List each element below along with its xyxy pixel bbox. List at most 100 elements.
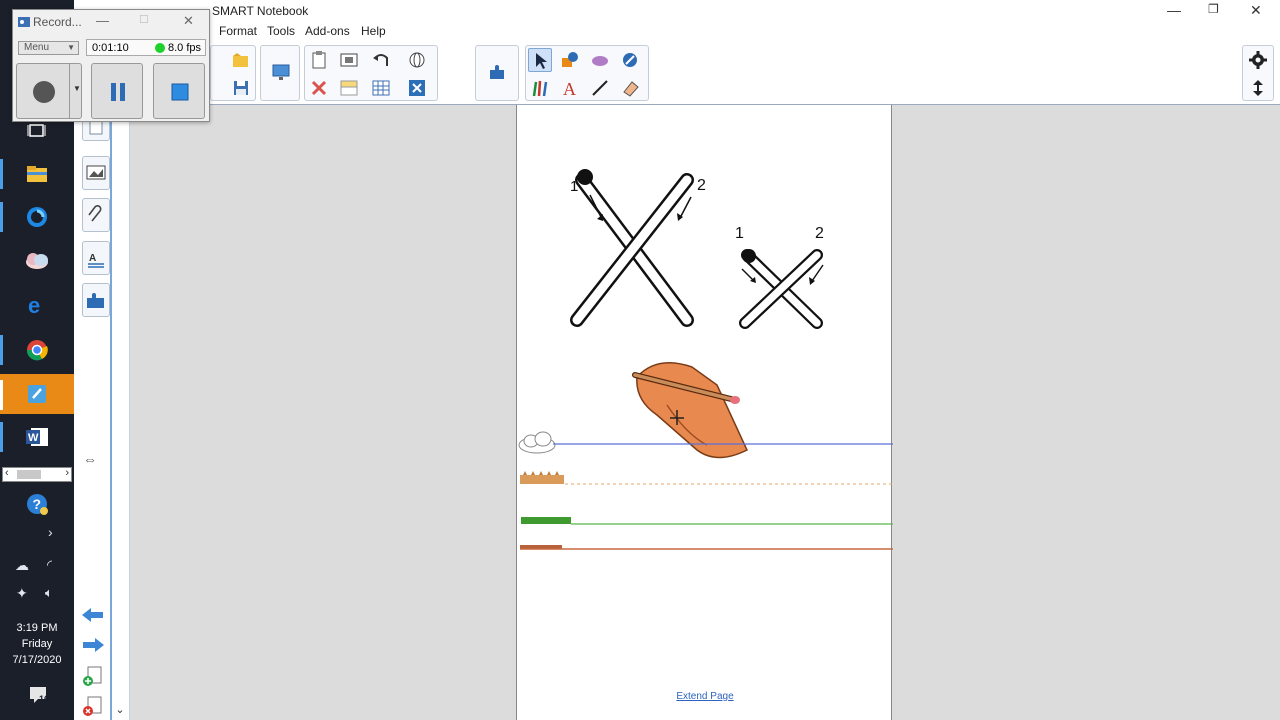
notebook-page[interactable]: 1 2 1 2 Extend Page xyxy=(516,105,893,720)
close-document-button[interactable] xyxy=(405,76,429,100)
paste-button[interactable] xyxy=(307,48,331,72)
svg-text:?: ? xyxy=(33,496,42,512)
restore-button[interactable]: ❐ xyxy=(1208,2,1219,16)
cloud-image[interactable] xyxy=(518,431,556,454)
dropbox-icon[interactable]: ✦ xyxy=(16,585,28,602)
resize-sidebar-icon[interactable]: ⇔ xyxy=(83,451,97,467)
gallery-image-icon xyxy=(86,165,106,180)
add-page-icon xyxy=(83,666,102,686)
svg-text:A: A xyxy=(563,79,576,98)
pens-tool-button[interactable] xyxy=(528,76,552,100)
line-tool-button[interactable] xyxy=(588,76,612,100)
addons-tab[interactable] xyxy=(82,283,110,317)
properties-tab[interactable]: A xyxy=(82,241,110,275)
recorder-menu-label: Menu xyxy=(24,42,50,53)
smart-notebook-icon xyxy=(28,385,46,403)
elapsed-time: 0:01:10 xyxy=(92,42,129,54)
taskbar-file-explorer[interactable] xyxy=(0,153,74,195)
recorder-maximize-button[interactable]: ☐ xyxy=(139,13,149,26)
clock[interactable]: 3:19 PM Friday 7/17/2020 xyxy=(0,620,74,668)
select-tool-button[interactable] xyxy=(528,48,552,72)
onedrive-icon[interactable]: ☁ xyxy=(15,557,29,574)
table-button[interactable] xyxy=(369,76,393,100)
task-view-icon xyxy=(27,124,46,137)
menu-format[interactable]: Format xyxy=(219,24,257,38)
eraser-tool-button[interactable] xyxy=(618,76,642,100)
close-button[interactable]: ✕ xyxy=(1250,2,1262,19)
help-button[interactable]: ? xyxy=(0,483,74,525)
delete-button[interactable] xyxy=(307,76,331,100)
main-toolbar: A xyxy=(74,41,1280,105)
menu-help[interactable]: Help xyxy=(361,24,386,38)
settings-button[interactable] xyxy=(1246,48,1270,72)
recording-indicator-icon xyxy=(155,43,165,53)
record-circle-icon xyxy=(33,81,55,103)
screen-shade-button[interactable] xyxy=(337,76,361,100)
recorder-minimize-button[interactable]: — xyxy=(96,13,109,28)
fence-image[interactable] xyxy=(520,471,564,484)
recorder-app-icon xyxy=(18,17,30,27)
magic-eraser-icon xyxy=(592,56,608,66)
save-button[interactable] xyxy=(229,76,253,100)
taskbar-scrollbar[interactable]: ‹ › xyxy=(2,467,72,482)
minimize-button[interactable]: — xyxy=(1167,2,1181,18)
action-center-button[interactable]: 16 xyxy=(28,684,50,706)
hand-with-pencil-image[interactable] xyxy=(632,362,748,459)
arrow-right-icon xyxy=(83,638,104,652)
attachments-tab[interactable] xyxy=(82,198,110,232)
record-button[interactable]: ▼ xyxy=(16,63,82,119)
eraser-shape-button[interactable] xyxy=(588,48,612,72)
recorder-close-button[interactable]: ✕ xyxy=(183,13,194,29)
grass-image[interactable] xyxy=(521,517,571,524)
taskbar-smart-notebook[interactable] xyxy=(0,374,74,414)
scroll-down-button[interactable]: ⌄ xyxy=(112,703,128,719)
properties-icon: A xyxy=(88,253,104,268)
letter-x-lowercase[interactable] xyxy=(739,249,824,329)
workspace: 1 2 1 2 Extend Page xyxy=(130,105,1280,720)
cursor-arrow-icon xyxy=(536,53,547,69)
eraser-icon xyxy=(623,81,639,97)
delete-page-icon xyxy=(83,696,102,716)
recorder-menu-dropdown[interactable]: Menu ▼ xyxy=(18,41,79,55)
line-icon xyxy=(592,80,608,96)
chevron-right-icon[interactable]: › xyxy=(48,524,53,540)
add-page-button[interactable] xyxy=(82,665,104,694)
stroke-number-2: 2 xyxy=(697,177,706,194)
addon-button[interactable] xyxy=(485,60,509,84)
taskbar-snagit[interactable] xyxy=(0,196,74,238)
clock-date: 7/17/2020 xyxy=(12,654,62,666)
menu-tools[interactable]: Tools xyxy=(267,24,295,38)
window-title: SMART Notebook xyxy=(212,4,309,18)
word-icon: W xyxy=(26,428,48,446)
volume-icon[interactable]: 🔈︎ xyxy=(45,585,53,601)
stroke-number-1-small: 1 xyxy=(735,225,744,242)
screen-capture-button[interactable] xyxy=(337,48,361,72)
addons-group xyxy=(475,45,519,101)
previous-page-button[interactable] xyxy=(80,605,106,630)
undo-button[interactable] xyxy=(369,48,393,72)
pens-icon xyxy=(532,80,548,97)
next-page-button[interactable] xyxy=(80,635,106,660)
wifi-icon[interactable]: ◜ xyxy=(47,557,52,573)
delete-page-button[interactable] xyxy=(82,695,104,720)
stop-button[interactable] xyxy=(153,63,205,119)
spellcheck-button[interactable] xyxy=(405,48,429,72)
letter-x-uppercase[interactable] xyxy=(570,169,694,327)
extend-page-link[interactable]: Extend Page xyxy=(517,691,893,702)
clipboard-icon xyxy=(312,51,326,69)
open-file-button[interactable] xyxy=(229,48,253,72)
shapes-tool-button[interactable] xyxy=(558,48,582,72)
move-toolbar-button[interactable] xyxy=(1246,76,1270,100)
gallery-tab[interactable] xyxy=(82,156,110,190)
svg-text:W: W xyxy=(28,432,39,444)
taskbar-word[interactable]: W xyxy=(0,416,74,458)
taskbar-edge[interactable]: e xyxy=(0,284,74,326)
shapes-icon xyxy=(562,52,578,67)
taskbar-skype[interactable] xyxy=(0,240,74,282)
taskbar-chrome[interactable] xyxy=(0,329,74,371)
text-tool-button[interactable]: A xyxy=(558,76,582,100)
pause-button[interactable] xyxy=(91,63,143,119)
menu-add-ons[interactable]: Add-ons xyxy=(305,24,350,38)
full-screen-button[interactable] xyxy=(269,60,293,84)
fill-tool-button[interactable] xyxy=(618,48,642,72)
